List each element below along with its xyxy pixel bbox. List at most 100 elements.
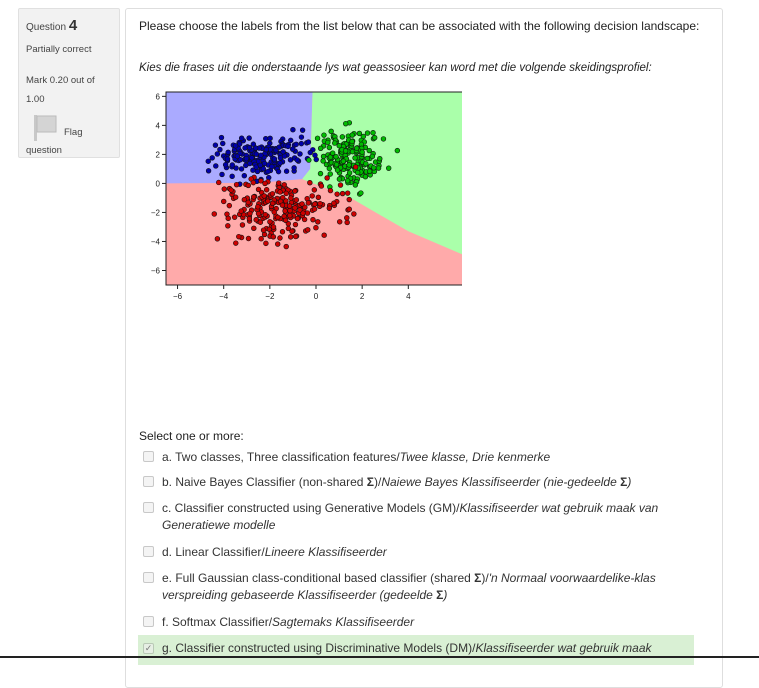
point-green: [352, 182, 359, 188]
point-red: [276, 180, 282, 186]
point-green: [325, 139, 331, 146]
point-blue: [293, 141, 299, 148]
point-green: [320, 153, 327, 160]
point-green: [349, 138, 355, 145]
point-red: [225, 215, 231, 222]
point-red: [271, 209, 277, 215]
option-f[interactable]: f. Softmax Classifier/Sagtemaks Klassifi…: [138, 614, 694, 634]
point-red: [334, 191, 340, 197]
option-g-label: g. Classifier constructed using Discrimi…: [162, 641, 652, 655]
point-blue: [246, 135, 252, 141]
point-red: [245, 199, 251, 206]
x-tick-label: −6: [173, 292, 183, 301]
point-red: [221, 198, 227, 205]
point-green: [332, 140, 338, 146]
option-a[interactable]: a. Two classes, Three classification fea…: [138, 449, 694, 469]
point-blue: [265, 168, 271, 175]
point-blue: [225, 149, 231, 156]
point-blue: [214, 151, 221, 157]
option-g-checkbox[interactable]: ✓: [143, 643, 154, 654]
point-green: [362, 174, 369, 180]
point-blue: [287, 157, 294, 163]
point-red: [344, 215, 350, 221]
decision-landscape-plot: −6 −4 −2 0 2 4 6 4 2 0 −2 −4 −6: [142, 87, 467, 314]
decision-landscape-chart: −6 −4 −2 0 2 4 6 4 2 0 −2 −4 −6: [151, 91, 467, 301]
point-blue: [229, 173, 235, 180]
option-d[interactable]: d. Linear Classifier/Lineere Klassifisee…: [138, 544, 694, 564]
point-red: [337, 219, 343, 225]
point-red: [255, 186, 262, 193]
x-tick-label: 4: [406, 292, 411, 301]
point-red: [275, 214, 281, 221]
point-blue: [299, 127, 306, 133]
point-red: [346, 206, 352, 212]
point-blue: [305, 139, 312, 145]
point-red: [270, 224, 277, 230]
point-green: [339, 134, 346, 140]
bottom-border: [0, 656, 759, 658]
point-blue: [212, 142, 219, 148]
point-red: [232, 194, 239, 200]
point-red: [301, 216, 308, 223]
point-green: [356, 130, 363, 137]
point-blue: [271, 156, 278, 162]
point-blue: [290, 127, 296, 133]
point-green: [394, 147, 401, 154]
point-blue: [289, 146, 296, 152]
point-red: [337, 182, 344, 188]
option-b-checkbox[interactable]: [143, 476, 154, 487]
point-red: [279, 229, 286, 235]
option-b[interactable]: b. Naive Bayes Classifier (non-shared Σ)…: [138, 474, 694, 494]
x-tick-label: −4: [219, 292, 229, 301]
point-blue: [258, 152, 264, 159]
option-a-label: a. Two classes, Three classification fea…: [162, 450, 551, 464]
x-tick-label: −2: [265, 292, 275, 301]
option-c[interactable]: c. Classifier constructed using Generati…: [138, 500, 694, 536]
point-blue: [220, 140, 226, 147]
point-red: [267, 219, 273, 225]
point-blue: [275, 168, 282, 175]
option-d-checkbox[interactable]: [143, 546, 154, 557]
option-c-checkbox[interactable]: [143, 502, 154, 513]
y-tick-label: 0: [156, 179, 161, 188]
option-e-label: e. Full Gaussian class-conditional based…: [162, 571, 656, 602]
y-tick-label: −2: [151, 208, 161, 217]
point-green: [375, 165, 382, 171]
option-e[interactable]: e. Full Gaussian class-conditional based…: [138, 570, 694, 606]
flag-question-button[interactable]: Flag question: [26, 113, 112, 156]
option-a-checkbox[interactable]: [143, 451, 154, 462]
point-red: [346, 196, 352, 203]
x-tick-label: 0: [314, 292, 319, 301]
point-blue: [222, 162, 229, 168]
point-blue: [294, 157, 300, 163]
point-red: [304, 210, 311, 216]
point-green: [352, 155, 358, 161]
point-red: [307, 179, 313, 186]
point-blue: [263, 135, 269, 142]
point-red: [292, 188, 298, 194]
point-red: [344, 219, 350, 226]
point-green: [328, 128, 334, 135]
question-number: 4: [68, 17, 78, 34]
point-blue: [269, 163, 275, 170]
point-green: [346, 170, 353, 176]
point-red: [321, 232, 327, 238]
point-blue: [205, 168, 212, 174]
option-e-checkbox[interactable]: [143, 572, 154, 583]
point-red: [317, 200, 323, 207]
question-info-panel: Question 4 Partially correct Mark 0.20 o…: [18, 8, 120, 158]
point-red: [287, 212, 293, 219]
option-f-checkbox[interactable]: [143, 616, 154, 627]
point-red: [270, 234, 277, 240]
point-red: [257, 219, 264, 225]
question-state: Partially correct: [26, 44, 92, 55]
option-g[interactable]: ✓ g. Classifier constructed using Discri…: [138, 635, 694, 665]
point-blue: [253, 164, 259, 170]
x-tick-label: 2: [360, 292, 365, 301]
point-red: [214, 236, 221, 242]
point-red: [246, 215, 253, 222]
point-blue: [276, 144, 282, 150]
point-red: [211, 211, 217, 217]
point-red: [245, 182, 251, 189]
point-blue: [297, 151, 303, 157]
